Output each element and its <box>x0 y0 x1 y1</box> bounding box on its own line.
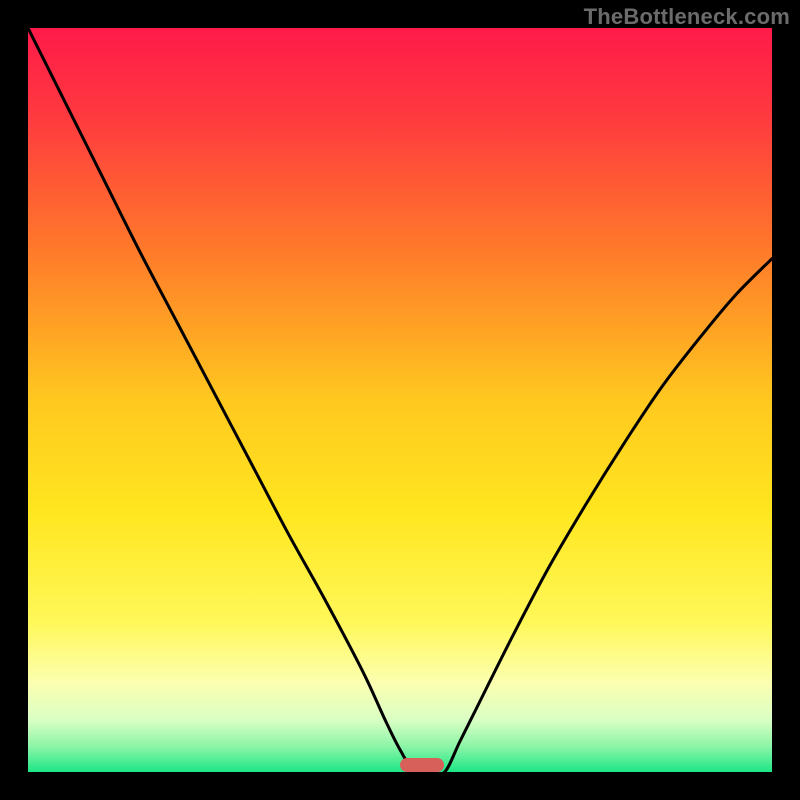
plot-area <box>28 28 772 772</box>
curve-layer <box>28 28 772 772</box>
optimal-marker <box>400 758 444 772</box>
chart-frame: TheBottleneck.com <box>0 0 800 800</box>
watermark-text: TheBottleneck.com <box>584 4 790 30</box>
bottleneck-curve <box>28 28 772 772</box>
